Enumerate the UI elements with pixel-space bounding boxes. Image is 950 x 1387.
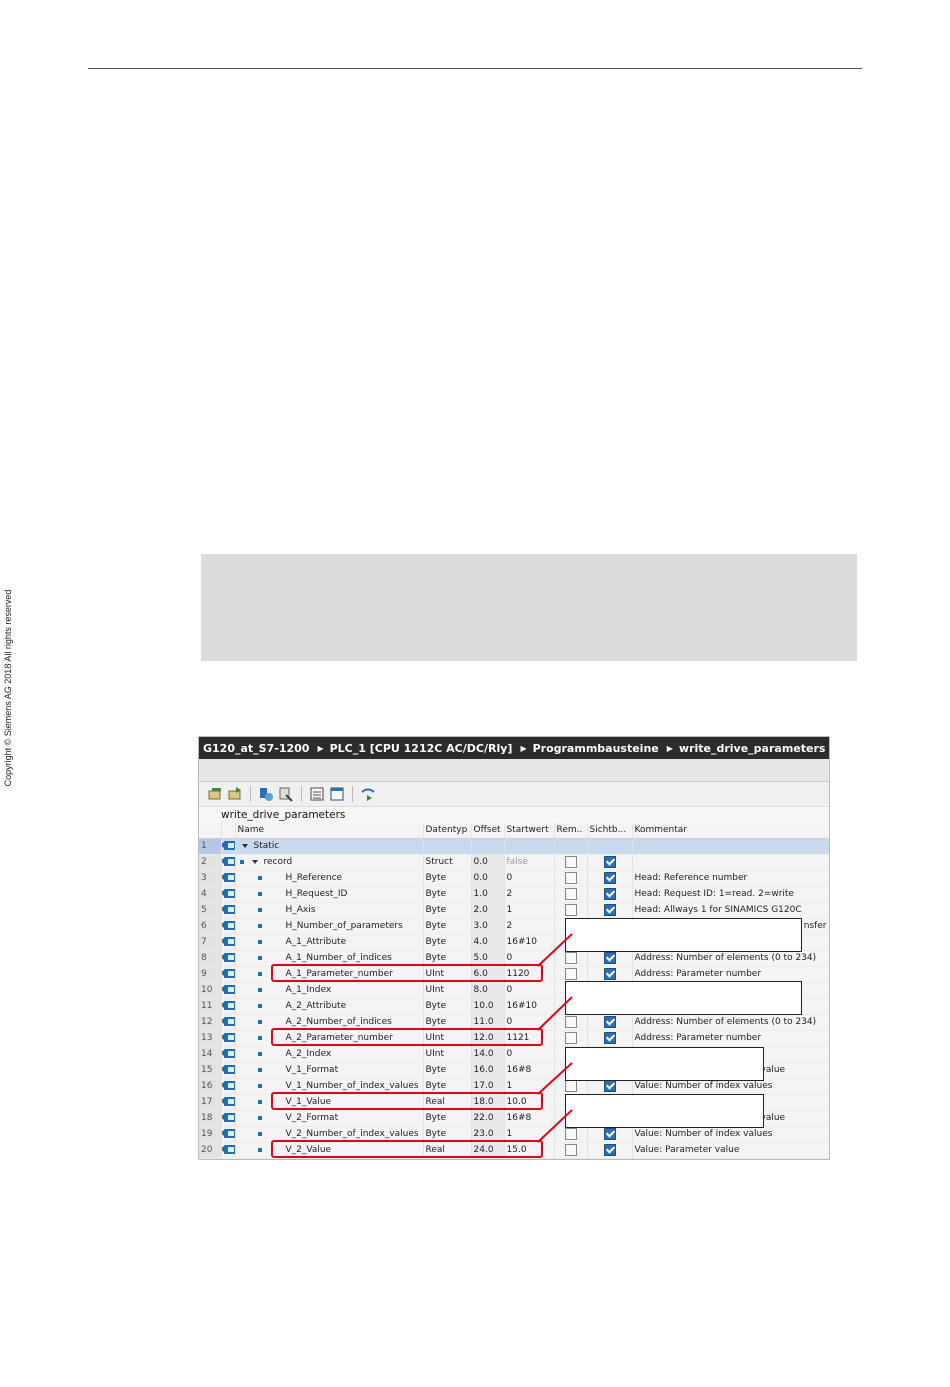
callout-leader-lines xyxy=(537,933,573,1143)
